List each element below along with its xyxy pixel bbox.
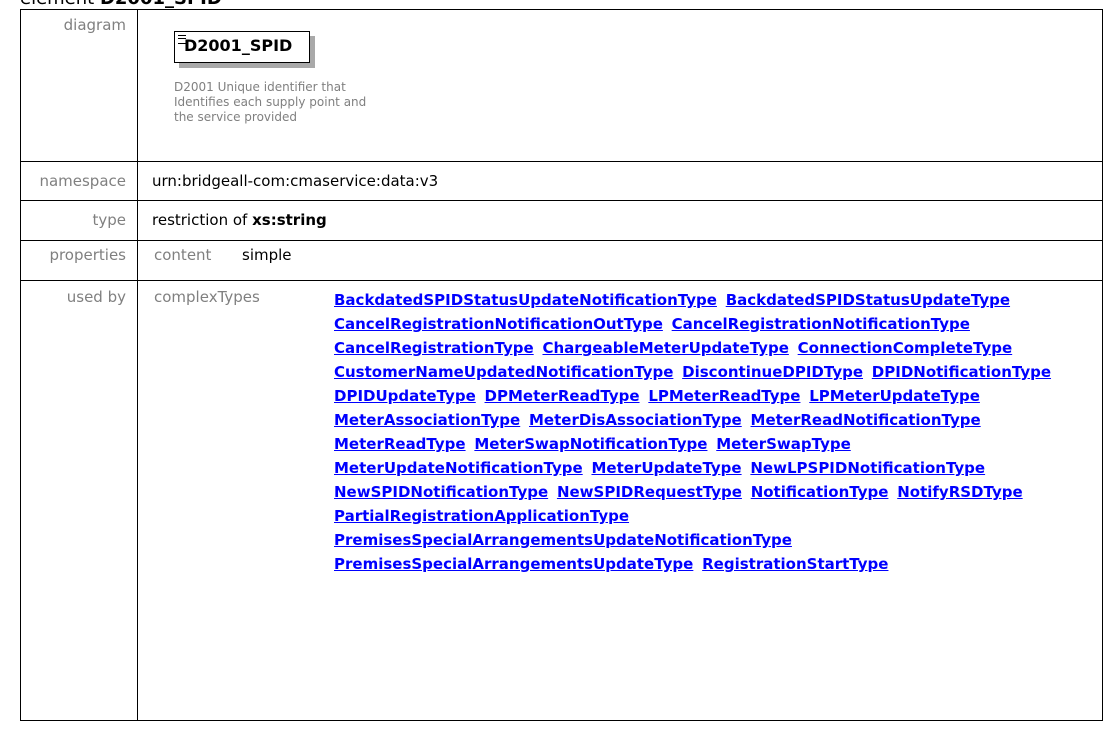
used-by-link[interactable]: CustomerNameUpdatedNotificationType <box>334 363 673 381</box>
type-label: type <box>20 200 138 241</box>
used-by-link[interactable]: NewLPSPIDNotificationType <box>750 459 985 477</box>
diagram-row: diagram D2001_SPID D2001 Unique identifi… <box>20 9 1103 162</box>
used-by-link[interactable]: LPMeterReadType <box>648 387 800 405</box>
used-by-link[interactable]: RegistrationStartType <box>702 555 888 573</box>
used-by-label: used by <box>20 280 138 721</box>
type-row: type restriction of xs:string <box>20 200 1103 241</box>
type-prefix: restriction of <box>152 211 248 229</box>
namespace-value: urn:bridgeall-com:cmaservice:data:v3 <box>137 161 1103 201</box>
used-by-link[interactable]: BackdatedSPIDStatusUpdateNotificationTyp… <box>334 291 717 309</box>
used-by-link[interactable]: PremisesSpecialArrangementsUpdateNotific… <box>334 531 792 549</box>
used-by-link[interactable]: NotifyRSDType <box>897 483 1022 501</box>
diagram-label: diagram <box>20 9 138 162</box>
used-by-link[interactable]: MeterSwapNotificationType <box>474 435 707 453</box>
properties-row: properties content simple <box>20 240 1103 281</box>
namespace-label: namespace <box>20 161 138 201</box>
type-value: xs:string <box>252 211 327 229</box>
used-by-link[interactable]: PremisesSpecialArrangementsUpdateType <box>334 555 693 573</box>
used-by-link[interactable]: ChargeableMeterUpdateType <box>542 339 788 357</box>
used-by-link[interactable]: ConnectionCompleteType <box>798 339 1013 357</box>
used-by-link[interactable]: CancelRegistrationNotificationOutType <box>334 315 663 333</box>
properties-label: properties <box>20 240 138 281</box>
used-by-link[interactable]: NewSPIDRequestType <box>557 483 742 501</box>
used-by-link[interactable]: CancelRegistrationNotificationType <box>672 315 970 333</box>
used-by-link[interactable]: NotificationType <box>751 483 889 501</box>
used-by-link[interactable]: MeterDisAssociationType <box>529 411 742 429</box>
heading-prefix: element <box>20 0 94 9</box>
used-by-key: complexTypes <box>154 288 260 306</box>
used-by-link[interactable]: DPIDNotificationType <box>872 363 1051 381</box>
used-by-link[interactable]: MeterSwapType <box>716 435 851 453</box>
used-by-link[interactable]: BackdatedSPIDStatusUpdateType <box>726 291 1010 309</box>
used-by-link[interactable]: MeterUpdateNotificationType <box>334 459 583 477</box>
properties-key: content <box>154 246 212 264</box>
element-box-name: D2001_SPID <box>184 36 293 55</box>
element-doc-table: diagram D2001_SPID D2001 Unique identifi… <box>20 9 1103 721</box>
element-box[interactable]: D2001_SPID <box>174 31 310 63</box>
diagram-cell: D2001_SPID D2001 Unique identifier that … <box>137 9 1103 162</box>
used-by-link[interactable]: NewSPIDNotificationType <box>334 483 548 501</box>
heading-element-name: D2001_SPID <box>100 0 222 9</box>
used-by-link[interactable]: CancelRegistrationType <box>334 339 534 357</box>
properties-cell: content simple <box>137 240 1103 281</box>
namespace-row: namespace urn:bridgeall-com:cmaservice:d… <box>20 161 1103 201</box>
used-by-link[interactable]: PartialRegistrationApplicationType <box>334 507 629 525</box>
used-by-link[interactable]: MeterReadNotificationType <box>751 411 981 429</box>
properties-value: simple <box>242 246 292 264</box>
used-by-link[interactable]: MeterReadType <box>334 435 466 453</box>
element-documentation: D2001 Unique identifier that Identifies … <box>174 80 367 124</box>
used-by-cell: complexTypes BackdatedSPIDStatusUpdateNo… <box>137 280 1103 721</box>
used-by-link[interactable]: MeterAssociationType <box>334 411 520 429</box>
element-diagram: D2001_SPID D2001 Unique identifier that … <box>152 16 1102 156</box>
used-by-link[interactable]: DiscontinueDPIDType <box>682 363 863 381</box>
type-cell: restriction of xs:string <box>137 200 1103 241</box>
used-by-link[interactable]: LPMeterUpdateType <box>809 387 980 405</box>
used-by-link[interactable]: DPMeterReadType <box>485 387 640 405</box>
used-by-row: used by complexTypes BackdatedSPIDStatus… <box>20 280 1103 721</box>
used-by-links: BackdatedSPIDStatusUpdateNotificationTyp… <box>334 288 1079 576</box>
used-by-link[interactable]: MeterUpdateType <box>591 459 741 477</box>
used-by-link[interactable]: DPIDUpdateType <box>334 387 476 405</box>
